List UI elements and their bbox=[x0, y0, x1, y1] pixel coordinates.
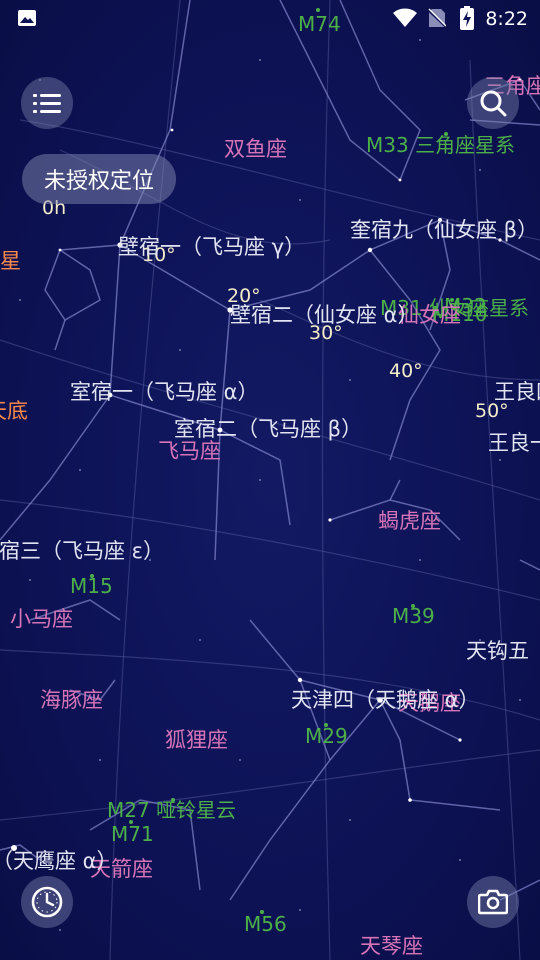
constellation-label[interactable]: 海豚座 bbox=[40, 690, 103, 711]
star-label[interactable]: （天鹰座 α） bbox=[0, 851, 118, 872]
star-label[interactable]: 天津四（天鹅座 α） bbox=[291, 690, 480, 711]
messier-label[interactable]: M33 三角座星系 bbox=[366, 135, 515, 155]
messier-label[interactable]: M56 bbox=[244, 914, 287, 934]
constellation-label[interactable]: 小马座 bbox=[10, 609, 73, 630]
star-label[interactable]: 天钩五 bbox=[466, 641, 529, 662]
menu-button[interactable] bbox=[21, 77, 73, 129]
no-sim-icon bbox=[428, 8, 446, 28]
menu-icon bbox=[33, 94, 61, 113]
constellation-label[interactable]: 狐狸座 bbox=[165, 730, 228, 751]
messier-label[interactable]: M29 bbox=[305, 726, 348, 746]
star-label[interactable]: 室宿二（飞马座 β） bbox=[174, 419, 362, 440]
image-icon bbox=[18, 10, 36, 26]
camera-button[interactable] bbox=[467, 876, 519, 928]
star-label[interactable]: 王良四 bbox=[494, 382, 540, 403]
clock-icon bbox=[31, 886, 63, 918]
wifi-icon bbox=[393, 8, 417, 27]
messier-label[interactable]: M39 bbox=[392, 606, 435, 626]
search-button[interactable] bbox=[467, 77, 519, 129]
star-label[interactable]: 壁宿一（飞马座 γ） bbox=[118, 237, 305, 258]
messier-label[interactable]: M71 bbox=[111, 824, 154, 844]
edge-label[interactable]: 星 bbox=[0, 251, 21, 272]
constellation-label[interactable]: 蝎虎座 bbox=[378, 511, 441, 532]
status-bar: 8:22 bbox=[0, 0, 540, 38]
star-label[interactable]: 壁宿二（仙女座 α） bbox=[230, 305, 419, 326]
messier-label[interactable]: M15 bbox=[70, 576, 113, 596]
sky-map[interactable]: 0h 10° 20° 30° 40° 50° M74 M33 三角座星系 M31… bbox=[0, 0, 540, 960]
camera-icon bbox=[478, 889, 508, 915]
star-label[interactable]: 危宿三（飞马座 ε） bbox=[0, 541, 164, 562]
star-label[interactable]: 奎宿九（仙女座 β） bbox=[350, 220, 538, 241]
search-icon bbox=[480, 90, 507, 117]
location-status-chip[interactable]: 未授权定位 bbox=[22, 154, 177, 204]
degree-label: 50° bbox=[475, 400, 509, 422]
messier-label[interactable]: M27 哑铃星云 bbox=[107, 800, 236, 820]
edge-label[interactable]: 天底 bbox=[0, 401, 28, 422]
battery-charging-icon bbox=[460, 6, 474, 30]
time-travel-button[interactable] bbox=[21, 876, 73, 928]
star-label[interactable]: 室宿一（飞马座 α） bbox=[70, 382, 259, 403]
constellation-label[interactable]: 飞马座 bbox=[158, 441, 221, 462]
star-label[interactable]: 王良一 bbox=[488, 433, 540, 454]
status-time: 8:22 bbox=[485, 8, 528, 30]
constellation-label[interactable]: 天琴座 bbox=[360, 936, 423, 957]
degree-label: 40° bbox=[389, 360, 423, 382]
constellation-label[interactable]: 双鱼座 bbox=[224, 139, 287, 160]
